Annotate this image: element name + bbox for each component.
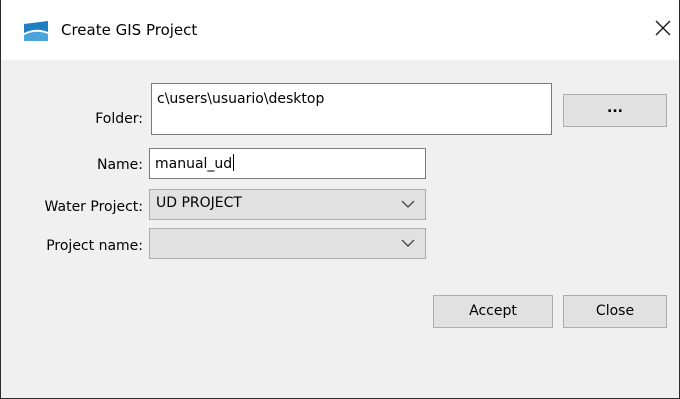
name-input[interactable]: manual_ud xyxy=(149,148,426,179)
water-project-selected: UD PROJECT xyxy=(156,195,242,211)
folder-field[interactable]: c\users\usuario\desktop xyxy=(151,83,552,135)
title-bar: Create GIS Project xyxy=(1,0,679,60)
app-logo-icon xyxy=(24,21,48,41)
window-title: Create GIS Project xyxy=(61,21,198,39)
project-name-select[interactable] xyxy=(149,228,426,259)
close-button-label: Close xyxy=(595,303,635,319)
folder-value: c\users\usuario\desktop xyxy=(157,91,325,107)
close-icon[interactable] xyxy=(651,16,675,40)
name-value: manual_ud xyxy=(155,156,233,172)
water-project-select[interactable]: UD PROJECT xyxy=(149,189,426,220)
accept-button-label: Accept xyxy=(469,303,517,319)
create-gis-project-dialog: Create GIS Project Folder: c\users\usuar… xyxy=(0,0,680,399)
chevron-down-icon xyxy=(401,239,415,247)
chevron-down-icon xyxy=(401,200,415,208)
close-button[interactable]: Close xyxy=(563,295,667,328)
name-label: Name: xyxy=(96,157,143,173)
project-name-label: Project name: xyxy=(46,238,143,254)
text-caret xyxy=(233,154,235,171)
water-project-label: Water Project: xyxy=(44,199,143,215)
accept-button[interactable]: Accept xyxy=(433,295,553,328)
browse-button-label: ... xyxy=(607,100,623,116)
browse-folder-button[interactable]: ... xyxy=(563,94,667,127)
folder-label: Folder: xyxy=(95,111,143,127)
